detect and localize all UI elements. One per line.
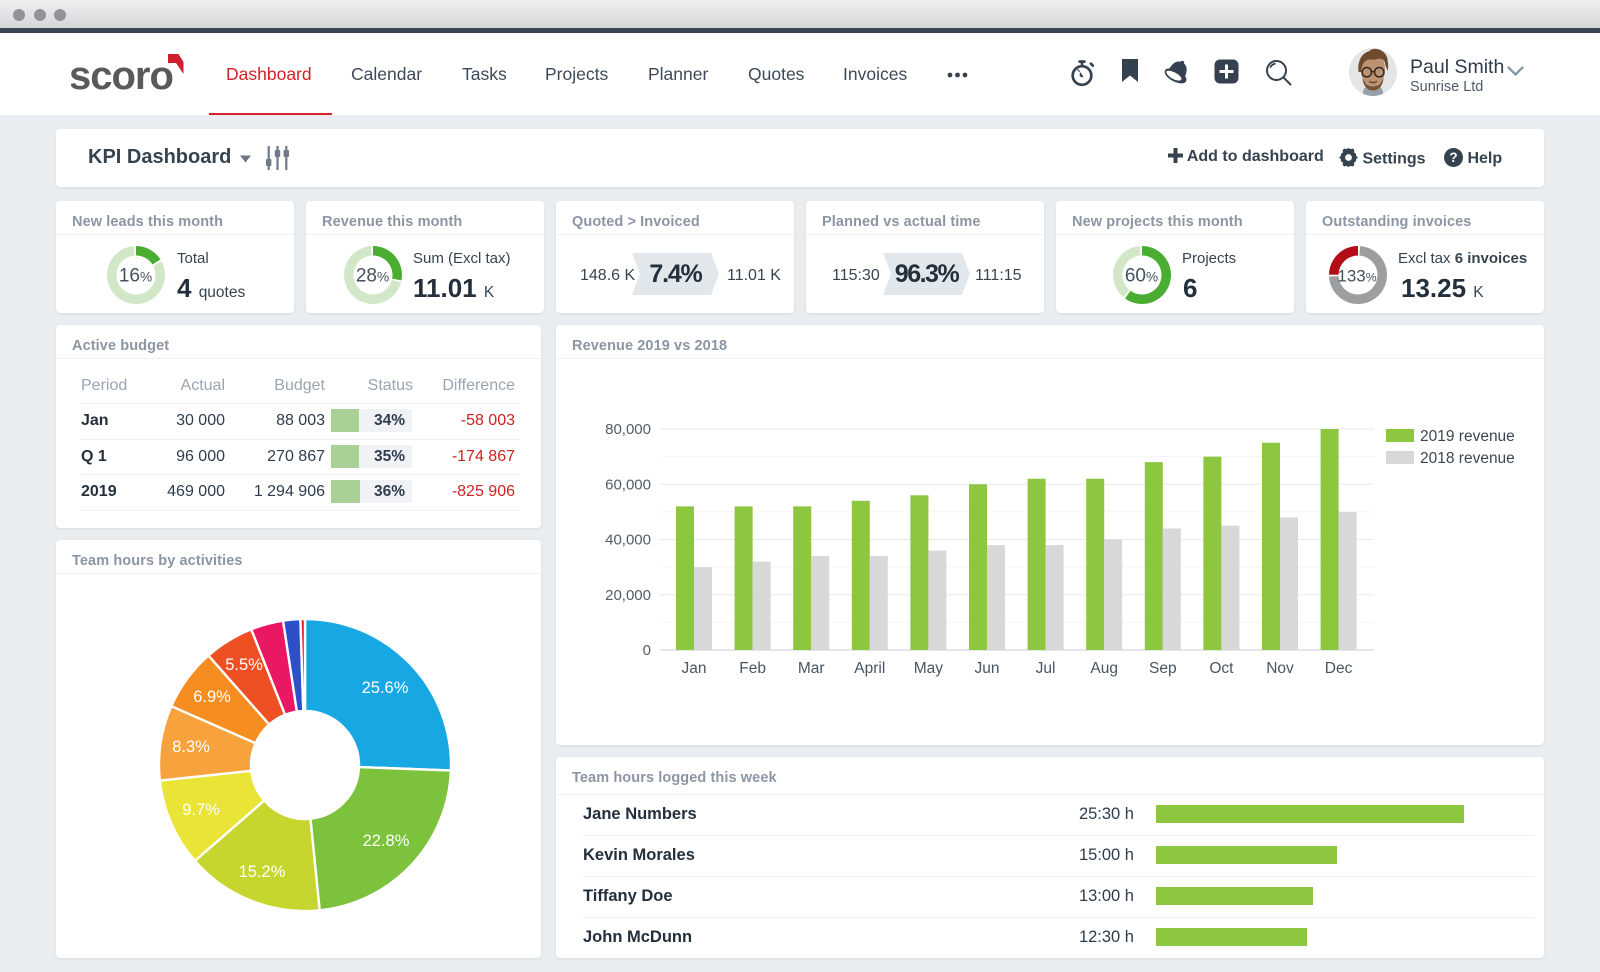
svg-text:?: ? xyxy=(1449,150,1457,165)
svg-text:5.5%: 5.5% xyxy=(225,656,263,674)
svg-text:0: 0 xyxy=(643,642,651,659)
svg-text:2018 revenue: 2018 revenue xyxy=(1420,450,1515,467)
svg-text:22.8%: 22.8% xyxy=(363,832,410,850)
svg-text:80,000: 80,000 xyxy=(605,421,651,438)
svg-text:Nov: Nov xyxy=(1266,660,1294,677)
svg-text:Jun: Jun xyxy=(975,660,1000,677)
svg-text:60%: 60% xyxy=(1125,266,1158,287)
svg-text:8.3%: 8.3% xyxy=(172,738,210,756)
svg-text:28%: 28% xyxy=(356,266,389,287)
svg-text:2019 revenue: 2019 revenue xyxy=(1420,428,1515,445)
svg-text:40,000: 40,000 xyxy=(605,532,651,549)
svg-text:60,000: 60,000 xyxy=(605,476,651,493)
svg-text:Jul: Jul xyxy=(1036,660,1056,677)
svg-text:6.9%: 6.9% xyxy=(193,688,231,706)
svg-text:Aug: Aug xyxy=(1090,660,1118,677)
svg-text:Dec: Dec xyxy=(1325,660,1353,677)
svg-text:scoro: scoro xyxy=(71,54,173,98)
svg-text:May: May xyxy=(914,660,944,677)
svg-text:9.7%: 9.7% xyxy=(182,801,220,819)
svg-text:25.6%: 25.6% xyxy=(362,679,409,697)
svg-text:15.2%: 15.2% xyxy=(239,863,286,881)
svg-text:Mar: Mar xyxy=(798,660,825,677)
svg-text:16%: 16% xyxy=(119,266,152,287)
svg-text:April: April xyxy=(854,660,885,677)
svg-text:Feb: Feb xyxy=(739,660,766,677)
svg-text:20,000: 20,000 xyxy=(605,587,651,604)
svg-text:Oct: Oct xyxy=(1209,660,1234,677)
svg-text:Sep: Sep xyxy=(1149,660,1177,677)
svg-text:Jan: Jan xyxy=(682,660,707,677)
svg-text:133%: 133% xyxy=(1337,267,1376,286)
